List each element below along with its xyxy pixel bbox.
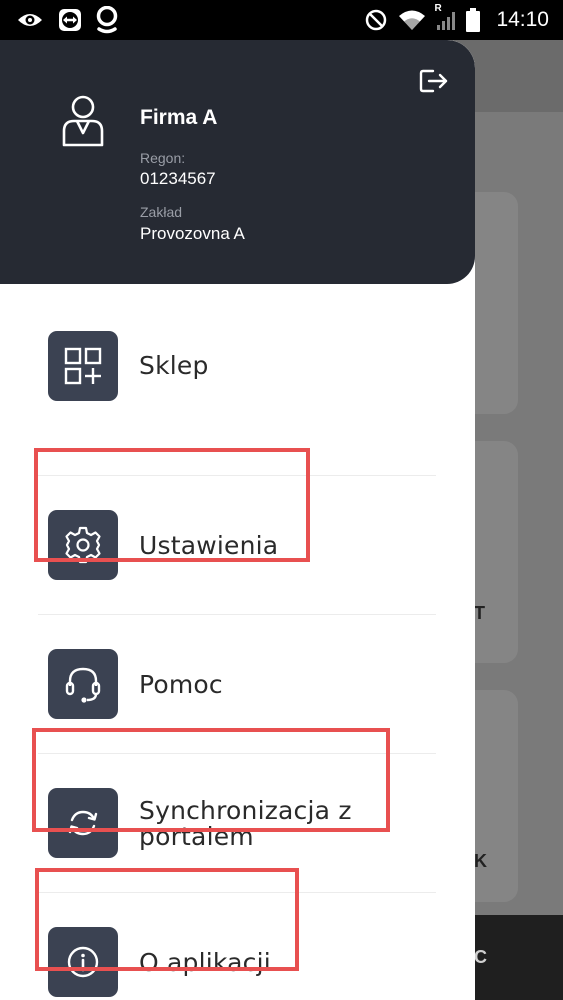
wifi-icon — [398, 9, 426, 31]
background-text: T — [474, 603, 485, 623]
menu-item-pomoc[interactable]: Pomoc — [0, 615, 475, 753]
do-not-disturb-icon — [364, 8, 388, 32]
zaklad-value: Provozovna A — [140, 224, 245, 243]
menu-item-sklep[interactable]: Sklep — [0, 284, 475, 422]
regon-label: Regon: — [140, 150, 186, 166]
company-name: Firma A — [140, 106, 218, 129]
battery-icon — [466, 8, 481, 32]
menu-item-label: Pomoc — [139, 670, 223, 699]
menu-item-synchronizacja[interactable]: Synchronizacja z portalem — [0, 754, 475, 892]
headset-icon — [48, 649, 118, 719]
background-text: K — [474, 851, 487, 871]
menu-item-o-aplikacji[interactable]: O aplikacji — [0, 893, 475, 1000]
eye-icon — [16, 10, 44, 30]
grid-plus-icon — [48, 331, 118, 401]
status-clock: 14:10 — [496, 8, 549, 31]
menu-item-ustawienia[interactable]: Ustawienia — [0, 476, 475, 614]
menu-item-label: Sklep — [139, 351, 209, 380]
menu-item-label: Synchronizacja z portalem — [139, 796, 352, 851]
roaming-indicator: R — [434, 3, 442, 14]
logout-icon — [419, 69, 448, 93]
location-pin-icon — [96, 6, 118, 34]
info-icon — [48, 927, 118, 997]
menu-item-label: O aplikacji — [139, 948, 271, 977]
zaklad-label: Zakład — [140, 204, 183, 220]
background-text: C — [474, 947, 487, 967]
menu-item-label: Ustawienia — [139, 531, 279, 560]
logout-button[interactable] — [418, 67, 450, 95]
teamviewer-icon — [58, 8, 82, 32]
status-bar: R 14:10 — [0, 0, 563, 40]
user-icon — [60, 93, 106, 147]
gear-icon — [48, 510, 118, 580]
navigation-drawer: Firma A Regon: 01234567 Zakład Provozovn… — [0, 40, 475, 1000]
sync-icon — [48, 788, 118, 858]
regon-value: 01234567 — [140, 169, 216, 188]
signal-icon: R — [434, 3, 456, 31]
drawer-header: Firma A Regon: 01234567 Zakład Provozovn… — [0, 40, 475, 284]
